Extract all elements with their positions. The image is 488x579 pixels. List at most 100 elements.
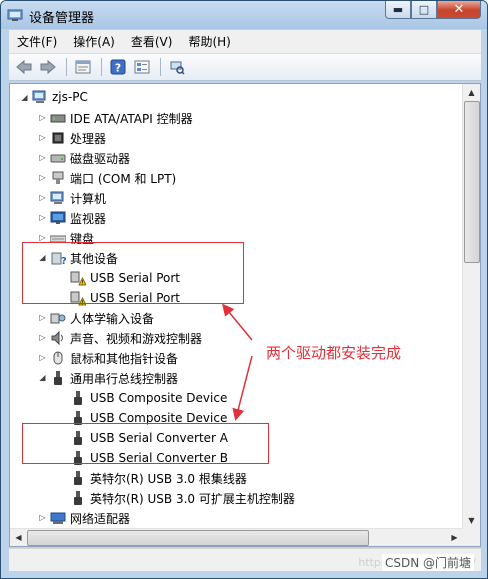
tree-category-node[interactable]: ▷ 计算机 [39, 188, 107, 208]
expand-arrow-icon[interactable]: ▷ [38, 113, 47, 122]
tree-category-node[interactable]: ▷ IDE ATA/ATAPI 控制器 [39, 108, 193, 128]
properties-icon [75, 60, 91, 74]
usb-controller-icon [54, 371, 62, 385]
tree-category-node[interactable]: ▷ 人体学输入设备 [39, 308, 155, 328]
tree-node-label: 处理器 [70, 131, 107, 146]
help-icon: ? [110, 59, 126, 75]
sound-icon [51, 330, 63, 346]
usb-device-icon [74, 391, 82, 405]
view-button[interactable] [131, 56, 153, 78]
usb-device-icon [74, 491, 82, 505]
tree-node-label: 英特尔(R) USB 3.0 根集线器 [90, 471, 247, 486]
tree-category-node[interactable]: ▷ 端口 (COM 和 LPT) [39, 168, 177, 188]
back-icon [16, 59, 32, 75]
tree-category-node[interactable]: ▷ 网络适配器 [39, 508, 131, 528]
tree-node-label: 英特尔(R) USB 3.0 可扩展主机控制器 [90, 491, 295, 506]
tree-node-label: 声音、视频和游戏控制器 [70, 331, 203, 346]
forward-icon [40, 59, 56, 75]
annotation-text: 两个驱动都安装完成 [266, 344, 402, 362]
watermark-credit: CSDN @门前塘 [381, 554, 474, 571]
tree-category-node[interactable]: ▷ 磁盘驱动器 [39, 148, 131, 168]
menu-file[interactable]: 文件(F) [9, 33, 65, 50]
expand-arrow-icon[interactable]: ▷ [38, 153, 47, 162]
toolbar: ? [9, 53, 481, 81]
tree-root[interactable]: ◢ zjs-PC [20, 87, 88, 107]
tree-node-label: IDE ATA/ATAPI 控制器 [70, 111, 193, 126]
tree-node-label: 端口 (COM 和 LPT) [70, 171, 177, 186]
tree-node-label: 通用串行总线控制器 [70, 371, 179, 386]
scroll-down-icon[interactable]: ▼ [463, 512, 480, 529]
tree-node-label: 鼠标和其他指针设备 [70, 351, 179, 366]
processor-icon [52, 132, 64, 144]
tree-child-node[interactable]: USB Composite Device [70, 388, 227, 408]
tree-root-label: zjs-PC [52, 90, 88, 104]
menu-bar: 文件(F) 操作(A) 查看(V) 帮助(H) [9, 30, 481, 53]
back-button[interactable] [13, 56, 35, 78]
close-button[interactable]: ✕ [437, 1, 481, 19]
mouse-icon [53, 351, 63, 365]
monitor-icon [50, 211, 66, 224]
tree-category-node[interactable]: ◢ 通用串行总线控制器 [39, 368, 179, 388]
tree-category-node[interactable]: ▷ 监视器 [39, 208, 107, 228]
computer-icon [32, 90, 46, 103]
toolbar-separator [66, 58, 67, 76]
expand-arrow-icon[interactable]: ▷ [38, 313, 47, 322]
maximize-button[interactable]: □ [411, 1, 437, 19]
network-adapter-icon [50, 512, 66, 524]
scan-hardware-button[interactable] [166, 56, 188, 78]
tree-node-label: 磁盘驱动器 [70, 151, 131, 166]
expand-arrow-icon[interactable]: ▷ [38, 233, 47, 242]
title-bar[interactable]: 设备管理器 ▬ □ ✕ [1, 1, 487, 29]
collapse-arrow-icon[interactable]: ◢ [20, 93, 29, 102]
vertical-scrollbar[interactable]: ▲ ▼ [462, 84, 480, 529]
expand-arrow-icon[interactable]: ▷ [38, 513, 47, 522]
help-button[interactable]: ? [107, 56, 129, 78]
view-icon [134, 60, 150, 74]
tree-node-label: USB Composite Device [90, 391, 228, 405]
scroll-left-icon[interactable]: ◀ [10, 529, 27, 546]
toolbar-separator [101, 58, 102, 76]
horizontal-scroll-thumb[interactable] [27, 530, 369, 546]
tree-child-node[interactable]: 英特尔(R) USB 3.0 根集线器 [70, 468, 247, 488]
tree-category-node[interactable]: ▷ 鼠标和其他指针设备 [39, 348, 179, 368]
device-tree[interactable]: ◢ zjs-PC ▷ IDE ATA/ATAPI 控制器 ▷ 处理器 ▷ 磁盘驱动器 ▷ 端口… [9, 83, 481, 547]
tree-node-label: 计算机 [70, 191, 107, 206]
scroll-up-icon[interactable]: ▲ [463, 84, 480, 101]
tree-node-label: 网络适配器 [70, 511, 131, 526]
annotation-box-serial-converters [22, 423, 269, 464]
tree-category-node[interactable]: ▷ 处理器 [39, 128, 107, 148]
menu-action[interactable]: 操作(A) [65, 33, 123, 50]
device-manager-icon [7, 9, 23, 21]
menu-view[interactable]: 查看(V) [123, 33, 181, 50]
scroll-right-icon[interactable]: ▶ [446, 529, 463, 546]
window-title: 设备管理器 [29, 11, 95, 26]
forward-button[interactable] [37, 56, 59, 78]
expand-arrow-icon[interactable]: ▷ [38, 213, 47, 222]
horizontal-scrollbar[interactable]: ◀ ▶ [10, 528, 463, 546]
scan-hardware-icon [170, 61, 185, 75]
collapse-arrow-icon[interactable]: ◢ [38, 373, 47, 382]
vertical-scroll-thumb[interactable] [464, 101, 480, 263]
scrollbar-corner [463, 529, 480, 546]
toolbar-separator [160, 58, 161, 76]
annotation-box-other-devices [22, 242, 244, 304]
expand-arrow-icon[interactable]: ▷ [38, 193, 47, 202]
tree-node-label: 监视器 [70, 211, 107, 226]
disk-drive-icon [50, 154, 66, 163]
minimize-button[interactable]: ▬ [385, 1, 411, 19]
svg-text:?: ? [115, 62, 121, 75]
expand-arrow-icon[interactable]: ▷ [38, 133, 47, 142]
computer-icon [50, 191, 64, 204]
caption-buttons: ▬ □ ✕ [385, 1, 481, 21]
hid-icon [50, 313, 66, 324]
expand-arrow-icon[interactable]: ▷ [38, 333, 47, 342]
menu-help[interactable]: 帮助(H) [180, 33, 238, 50]
expand-arrow-icon[interactable]: ▷ [38, 173, 47, 182]
properties-button[interactable] [72, 56, 94, 78]
expand-arrow-icon[interactable]: ▷ [38, 353, 47, 362]
ide-controller-icon [50, 114, 66, 123]
tree-category-node[interactable]: ▷ 声音、视频和游戏控制器 [39, 328, 203, 348]
tree-node-label: 人体学输入设备 [70, 311, 155, 326]
tree-child-node[interactable]: 英特尔(R) USB 3.0 可扩展主机控制器 [70, 488, 295, 508]
port-icon [52, 171, 64, 184]
